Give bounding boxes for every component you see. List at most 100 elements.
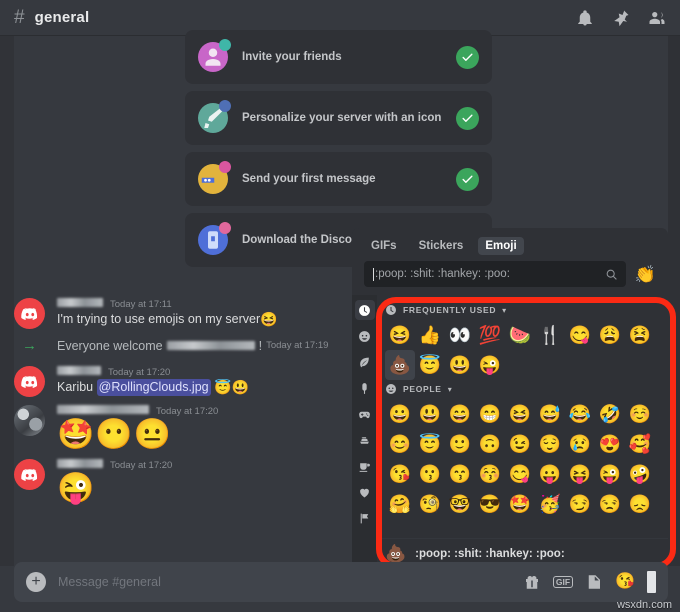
section-header-people[interactable]: PEOPLE ▾	[385, 383, 668, 395]
emoji-cell[interactable]: 😋	[565, 320, 595, 350]
emoji-cell[interactable]: 😏	[565, 489, 595, 519]
emoji-cell[interactable]: 😝	[565, 459, 595, 489]
emoji-cell[interactable]: 🍉	[505, 320, 535, 350]
emoji-cell[interactable]: 😍	[595, 429, 625, 459]
emoji-cell[interactable]: 😆	[385, 320, 415, 350]
emoji-cell-selected[interactable]: 💩	[385, 350, 415, 380]
emoji-cell[interactable]: 😗	[415, 459, 445, 489]
emoji-cell[interactable]: 😘	[385, 459, 415, 489]
upload-plus-icon[interactable]: +	[26, 572, 46, 592]
message-header: Today at 17:20	[57, 366, 364, 378]
emoji-cell[interactable]: 🤣	[595, 399, 625, 429]
tab-emoji[interactable]: Emoji	[478, 237, 524, 255]
join-suffix: !	[258, 338, 263, 353]
download-app-emblem-icon	[198, 222, 231, 255]
emoji-cell[interactable]: 👀	[445, 320, 475, 350]
emoji-cell[interactable]: 🤗	[385, 489, 415, 519]
emoji-cell[interactable]: 😞	[625, 489, 655, 519]
message-item: Today at 17:20 Karibu @RollingClouds.jpg…	[14, 364, 364, 399]
food-category-icon[interactable]	[355, 378, 375, 398]
emoji-cell[interactable]: 🤪	[625, 459, 655, 489]
emoji-cell[interactable]: 😇	[415, 429, 445, 459]
emoji-cell[interactable]: 😃	[415, 399, 445, 429]
emoji-cell[interactable]: 🥰	[625, 429, 655, 459]
objects-category-icon[interactable]	[355, 456, 375, 476]
nature-category-icon[interactable]	[355, 352, 375, 372]
emoji-cell[interactable]: 😚	[475, 459, 505, 489]
emoji-cell[interactable]: 🍴	[535, 320, 565, 350]
emoji-cell[interactable]: 🤓	[445, 489, 475, 519]
avatar[interactable]	[14, 459, 45, 490]
emoji-cell[interactable]: 😙	[445, 459, 475, 489]
checklist-check-icon	[456, 167, 479, 191]
emoji-cell[interactable]: 😄	[445, 399, 475, 429]
message-body: Today at 17:20 😜	[57, 459, 364, 505]
recent-category-icon[interactable]	[354, 300, 375, 320]
emoji-grid[interactable]: FREQUENTLY USED ▾ 😆 👍 👀 💯 🍉 🍴 😋 😩 😫 💩 😇 …	[377, 295, 668, 563]
checklist-card-invite-friends[interactable]: Invite your friends	[185, 30, 492, 84]
emoji-cell[interactable]: 😫	[625, 320, 655, 350]
search-input[interactable]: :poop: :shit: :hankey: :poo:	[364, 261, 626, 287]
emoji-cell[interactable]: 😉	[505, 429, 535, 459]
emoji-cell[interactable]: 😒	[595, 489, 625, 519]
emoji-cell[interactable]: 😋	[505, 459, 535, 489]
emoji-cell[interactable]: 😅	[535, 399, 565, 429]
emoji-cell[interactable]: 🙂	[445, 429, 475, 459]
emoji-cell[interactable]: 💯	[475, 320, 505, 350]
people-category-icon[interactable]	[355, 326, 375, 346]
emoji-cell[interactable]: 😀	[385, 399, 415, 429]
emoji-cell[interactable]: 😊	[385, 429, 415, 459]
tab-gifs[interactable]: GIFs	[364, 237, 404, 255]
message-timestamp: Today at 17:11	[110, 299, 172, 310]
author-name-redacted	[57, 405, 149, 414]
gift-icon[interactable]	[523, 573, 541, 591]
travel-category-icon[interactable]	[355, 430, 375, 450]
message-text-row: I'm trying to use emojis on my server 😆	[57, 311, 364, 328]
tab-stickers[interactable]: Stickers	[412, 237, 471, 255]
message-input-placeholder[interactable]: Message #general	[58, 575, 523, 589]
emoji-cell[interactable]: 😜	[595, 459, 625, 489]
emoji-cell[interactable]: 🥳	[535, 489, 565, 519]
emoji-cell[interactable]: 😁	[475, 399, 505, 429]
join-prefix: Everyone welcome	[57, 338, 163, 353]
sticker-icon[interactable]	[585, 573, 603, 591]
emoji-cell[interactable]: 🙃	[475, 429, 505, 459]
pin-icon[interactable]	[612, 9, 630, 27]
gif-icon[interactable]: GIF	[552, 575, 574, 589]
section-header-frequently-used[interactable]: FREQUENTLY USED ▾	[385, 304, 668, 316]
emoji-cell[interactable]: 😆	[505, 399, 535, 429]
avatar[interactable]	[14, 366, 45, 397]
checklist-card-personalize-server[interactable]: Personalize your server with an icon	[185, 91, 492, 145]
message-item: Today at 17:11 I'm trying to use emojis …	[14, 296, 364, 331]
activity-category-icon[interactable]	[355, 404, 375, 424]
emoji-cell[interactable]: 🧐	[415, 489, 445, 519]
emoji-cell[interactable]: 😌	[535, 429, 565, 459]
emoji-cell[interactable]: 😢	[565, 429, 595, 459]
chevron-down-icon[interactable]: ▾	[502, 306, 506, 315]
checklist-card-first-message[interactable]: Send your first message	[185, 152, 492, 206]
emoji-cell[interactable]: 😃	[445, 350, 475, 380]
message-item: Today at 17:20 😜	[14, 457, 364, 507]
emoji-cell[interactable]: 😎	[475, 489, 505, 519]
avatar[interactable]	[14, 405, 45, 436]
flags-category-icon[interactable]	[355, 508, 375, 528]
members-icon[interactable]	[648, 9, 666, 27]
chevron-down-icon[interactable]: ▾	[448, 385, 452, 394]
bell-icon[interactable]	[576, 9, 594, 27]
symbols-category-icon[interactable]	[355, 482, 375, 502]
emoji-cell[interactable]: ☺️	[625, 399, 655, 429]
emoji-cell[interactable]: 👍	[415, 320, 445, 350]
emoji-cell[interactable]: 😂	[565, 399, 595, 429]
quick-emoji-button[interactable]: 👏	[635, 266, 656, 283]
scrollbar-thumb[interactable]	[647, 571, 656, 593]
author-name-redacted	[57, 366, 101, 375]
message-composer[interactable]: + Message #general GIF 😘	[14, 562, 668, 602]
emoji-icon[interactable]: 😘	[615, 574, 635, 590]
emoji-cell[interactable]: 🤩	[505, 489, 535, 519]
emoji-cell[interactable]: 😛	[535, 459, 565, 489]
emoji-cell[interactable]: 😇	[415, 350, 445, 380]
emoji-cell[interactable]: 😩	[595, 320, 625, 350]
mention-link[interactable]: @RollingClouds.jpg	[96, 379, 211, 396]
avatar[interactable]	[14, 298, 45, 329]
emoji-cell[interactable]: 😜	[475, 350, 505, 380]
